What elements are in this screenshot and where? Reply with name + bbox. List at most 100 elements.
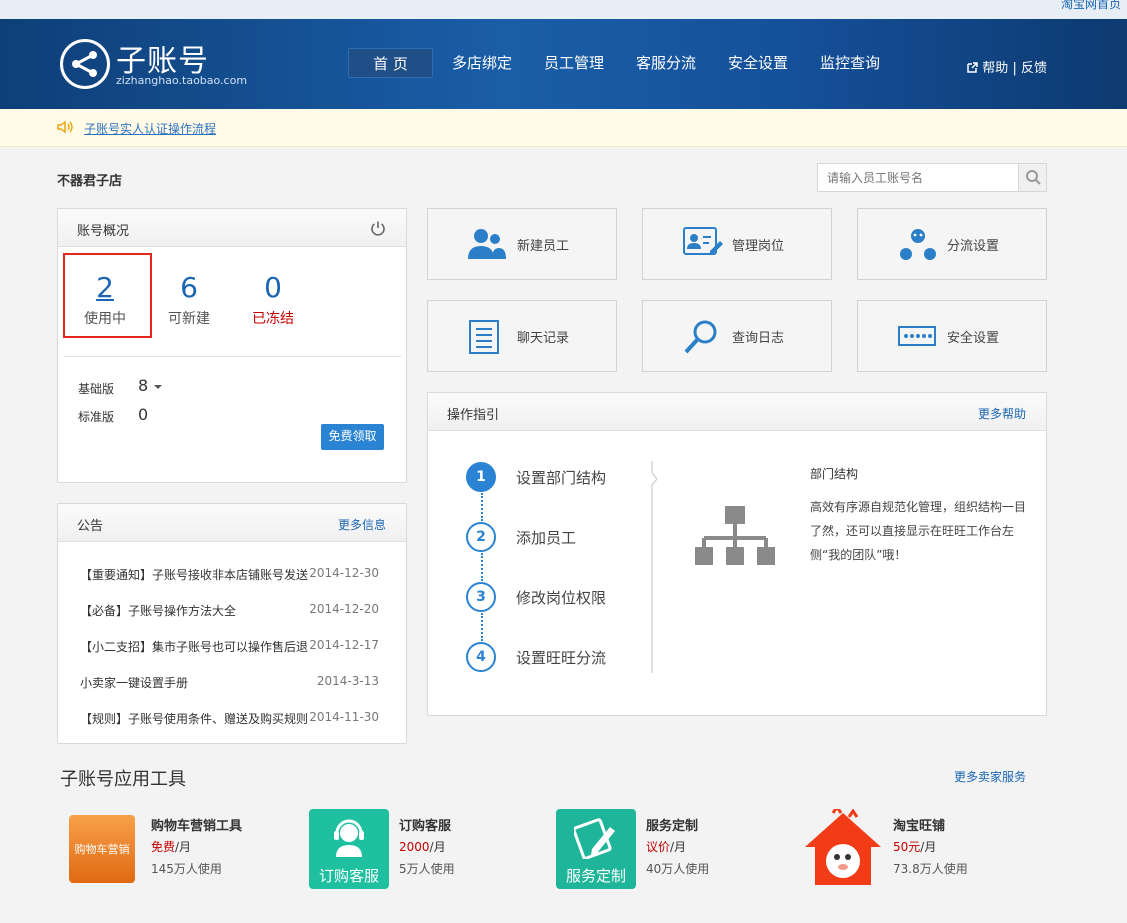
taobao-home-link[interactable]: 淘宝网首页 (1061, 0, 1121, 12)
speaker-icon (57, 120, 73, 134)
logo[interactable]: 子账号 zizhanghao.taobao.com (60, 36, 260, 96)
stat-in-use[interactable]: 2 使用中 (70, 271, 140, 328)
detail-line: 侧“我的团队”哦！ (810, 548, 907, 562)
caret-down-icon (154, 385, 163, 389)
tile-chat-records[interactable]: 聊天记录 (427, 300, 617, 372)
tool-price: 免费/月 (151, 838, 191, 855)
step-number: 4 (466, 642, 496, 672)
announcement-date: 2014-11-30 (309, 710, 379, 724)
stat-label: 可新建 (168, 311, 210, 327)
tool-taobao-shop[interactable]: 淘宝旺铺 50元/月 73.8万人使用 (803, 804, 1043, 889)
routing-icon (900, 229, 936, 260)
separator: | (1012, 61, 1017, 76)
tool-users: 5万人使用 (399, 862, 455, 876)
notice-bar: 子账号实人认证操作流程 (0, 109, 1127, 147)
tool-service-custom[interactable]: 服务定制 服务定制 议价/月 40万人使用 (556, 809, 796, 889)
standard-value: 0 (138, 405, 149, 424)
tile-label: 查询日志 (732, 331, 785, 346)
logo-subtitle: zizhanghao.taobao.com (116, 74, 248, 87)
tile-manage-roles[interactable]: 管理岗位 (642, 208, 832, 280)
nav-staff[interactable]: 员工管理 (536, 48, 612, 78)
nav-security[interactable]: 安全设置 (720, 48, 796, 78)
price-unit: /月 (670, 840, 687, 854)
step-text: 设置旺旺分流 (516, 649, 607, 667)
search-button[interactable] (1018, 164, 1046, 191)
step-number: 3 (466, 582, 496, 612)
users-icon (468, 229, 506, 259)
tile-label: 分流设置 (947, 239, 1000, 254)
icon-caption: 购物车营销 (74, 843, 130, 856)
nav-monitor[interactable]: 监控查询 (812, 48, 888, 78)
help-link[interactable]: 帮助 (982, 61, 1008, 76)
panel-header: 公告 更多信息 (58, 504, 406, 542)
header: 子账号 zizhanghao.taobao.com 首 页 多店绑定 员工管理 … (0, 19, 1127, 109)
free-claim-button[interactable]: 免费领取 (321, 424, 384, 450)
feedback-link[interactable]: 反馈 (1021, 61, 1047, 76)
headset-icon (334, 819, 364, 857)
tile-routing-settings[interactable]: 分流设置 (857, 208, 1047, 280)
vertical-divider-arrow (651, 461, 658, 673)
stat-value: 6 (180, 271, 198, 304)
step-connector (481, 493, 483, 521)
stat-available[interactable]: 6 可新建 (154, 271, 224, 328)
stat-label: 使用中 (84, 311, 126, 327)
tile-query-log[interactable]: 查询日志 (642, 300, 832, 372)
announcement-date: 2014-12-30 (309, 566, 379, 580)
document-icon (469, 320, 499, 354)
notice-link[interactable]: 子账号实人认证操作流程 (84, 120, 216, 137)
tool-order-cs[interactable]: 订购客服 订购客服 2000/月 5万人使用 (309, 809, 549, 889)
top-bar: 淘宝网首页 (0, 0, 1127, 19)
announcement-date: 2014-12-17 (309, 638, 379, 652)
power-icon[interactable] (370, 220, 386, 236)
tile-label: 聊天记录 (517, 331, 570, 346)
logo-icon (60, 39, 110, 89)
nav-multi-shop[interactable]: 多店绑定 (444, 48, 520, 78)
icon-caption: 服务定制 (565, 867, 626, 885)
search-input[interactable] (818, 164, 1018, 191)
magnifier-icon (684, 320, 717, 354)
order-cs-icon: 订购客服 (309, 809, 389, 889)
basic-value: 8 (138, 376, 149, 395)
stat-value: 2 (96, 271, 114, 304)
nav-home[interactable]: 首 页 (348, 48, 433, 78)
service-custom-icon: 服务定制 (556, 809, 636, 889)
nav-cs-routing[interactable]: 客服分流 (628, 48, 704, 78)
detail-text: 高效有序源自规范化管理，组织结构一目 了然，还可以直接显示在旺旺工作台左 侧“我… (810, 495, 1026, 567)
shop-name: 不器君子店 (57, 174, 123, 189)
tool-name: 淘宝旺铺 (893, 819, 946, 834)
tools-section-title: 子账号应用工具 (60, 769, 186, 790)
price-value: 2000 (399, 840, 430, 854)
stat-frozen[interactable]: 0 已冻结 (238, 271, 308, 328)
tile-label: 安全设置 (947, 331, 1000, 346)
id-card-edit-icon (683, 227, 723, 255)
tile-label: 新建员工 (517, 239, 570, 254)
panel-title: 公告 (77, 519, 104, 534)
external-link-icon (967, 62, 978, 73)
step-number: 2 (466, 522, 496, 552)
price-unit: /月 (920, 840, 937, 854)
price-unit: /月 (429, 840, 446, 854)
announcement-date: 2014-12-20 (309, 602, 379, 616)
house-mascot-icon (805, 804, 881, 885)
announcement-date: 2014-3-13 (316, 674, 379, 688)
tile-new-staff[interactable]: 新建员工 (427, 208, 617, 280)
tool-price: 2000/月 (399, 838, 446, 855)
step-connector (481, 553, 483, 581)
more-seller-services-link[interactable]: 更多卖家服务 (954, 768, 1026, 785)
stat-label: 已冻结 (252, 311, 294, 327)
more-help-link[interactable]: 更多帮助 (978, 405, 1026, 422)
more-info-link[interactable]: 更多信息 (338, 516, 386, 533)
icon-caption: 订购客服 (318, 867, 379, 885)
tool-name: 购物车营销工具 (151, 819, 243, 834)
tool-name: 服务定制 (646, 819, 699, 834)
help-links: 帮助 | 反馈 (967, 57, 1047, 76)
step-text: 添加员工 (516, 529, 577, 547)
tile-label: 管理岗位 (732, 239, 785, 254)
tool-users: 73.8万人使用 (893, 862, 968, 876)
tool-users: 145万人使用 (151, 862, 222, 876)
tool-users: 40万人使用 (646, 862, 710, 876)
cart-marketing-icon: 购物车营销 (69, 815, 135, 883)
tool-cart-marketing[interactable]: 购物车营销 购物车营销工具 免费/月 145万人使用 (68, 809, 308, 889)
tile-security-settings[interactable]: 安全设置 (857, 300, 1047, 372)
basic-value-dropdown[interactable]: 8 (138, 376, 163, 395)
